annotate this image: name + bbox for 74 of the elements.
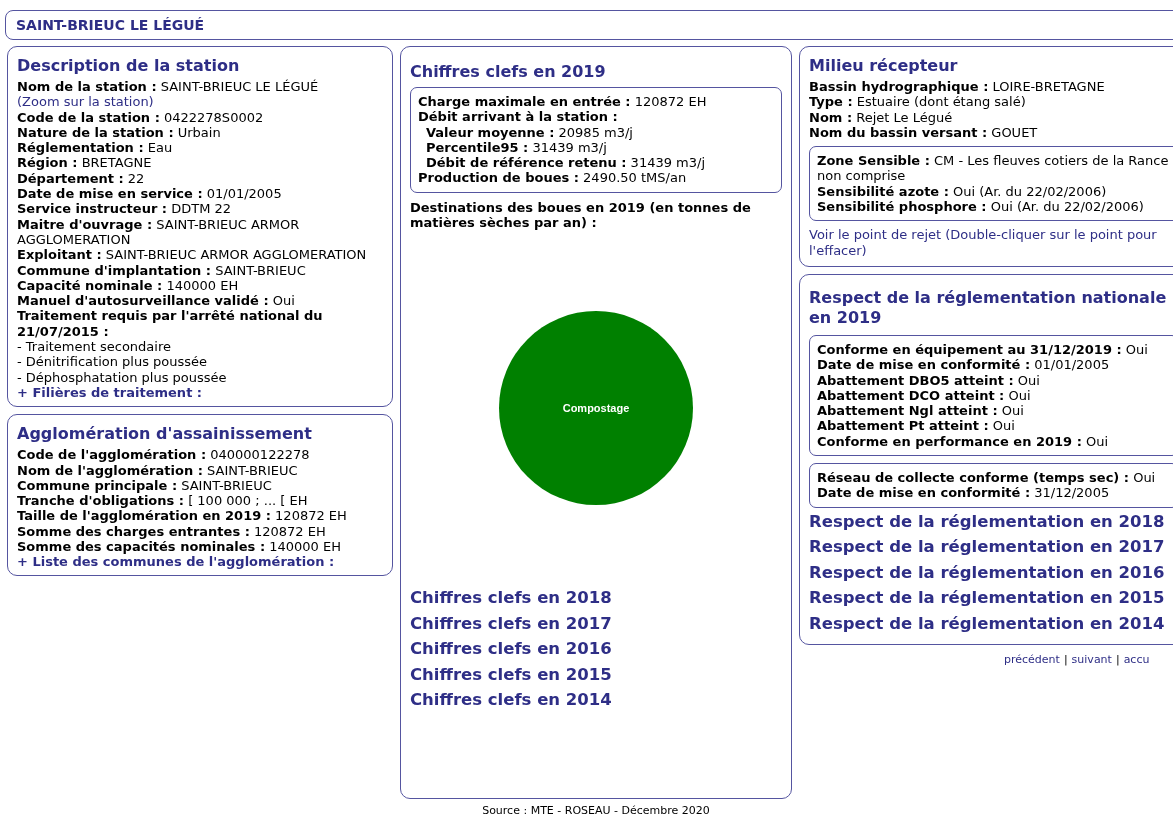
field-line: Date de mise en service : 01/01/2005 xyxy=(17,186,282,202)
nav-separator: | xyxy=(1115,652,1120,668)
field-line: Charge maximale en entrée : 120872 EH xyxy=(418,94,707,109)
field-line: Percentile95 : 31439 m3/j xyxy=(426,139,607,155)
nav-link[interactable]: précédent xyxy=(1004,652,1060,668)
field-line: Débit arrivant à la station : xyxy=(418,109,618,125)
field-line: Nom de la station : SAINT-BRIEUC LE LÉGUÉ xyxy=(17,79,319,94)
field-line: Manuel d'autosurveillance validé : Oui xyxy=(17,293,295,309)
field-line: Nature de la station : Urbain xyxy=(17,124,221,140)
field-line: Valeur moyenne : 20985 m3/j xyxy=(426,124,633,140)
field-line: Sensibilité phosphore : Oui (Ar. du 22/02/2006) xyxy=(817,199,1144,215)
field-line: Nom : Rejet Le Légué xyxy=(809,109,953,125)
sludge-heading: Destinations des boues en 2019 (en tonnes de matières sèches par an) : xyxy=(410,199,752,231)
communes-toggle-link[interactable]: + Liste des communes de l'agglomération : xyxy=(17,554,335,570)
field-line: Somme des charges entrantes : 120872 EH xyxy=(17,523,326,539)
section-heading: Chiffres clefs en 2019 xyxy=(410,62,607,82)
year-link[interactable]: Chiffres clefs en 2015 xyxy=(410,661,782,688)
field-line: Code de l'agglomération : 040000122278 xyxy=(17,447,310,463)
field-line: Code de la station : 0422278S0002 xyxy=(17,109,264,125)
year-link[interactable]: Respect de la réglementation en 2016 xyxy=(809,559,1173,586)
field-line: Type : Estuaire (dont étang salé) xyxy=(809,94,1026,110)
treatment-item: - Dénitrification plus poussée xyxy=(17,354,209,370)
nav-separator: | xyxy=(1063,652,1068,668)
field-line: Abattement DCO atteint : Oui xyxy=(817,387,1031,403)
year-link[interactable]: Respect de la réglementation en 2015 xyxy=(809,585,1173,611)
year-link[interactable]: Chiffres clefs en 2016 xyxy=(410,636,782,662)
year-link[interactable]: Chiffres clefs en 2014 xyxy=(410,687,782,713)
zoom-link[interactable]: (Zoom sur la station) xyxy=(17,94,154,110)
discharge-point-link[interactable]: Voir le point de rejet (Double-cliquer sur le point pour l'effacer) xyxy=(809,227,1173,258)
section-heading: Respect de la réglementation nationale en 2019 xyxy=(809,287,1168,328)
field-line: Nom du bassin versant : GOUET xyxy=(809,124,1038,140)
treatment-toggle-link[interactable]: + Filières de traitement : xyxy=(17,384,203,401)
field-line: Maitre d'ouvrage : SAINT-BRIEUC ARMOR AGGLOMERATION xyxy=(17,216,300,247)
section-heading: Agglomération d'assainissement xyxy=(17,424,313,445)
field-line: Taille de l'agglomération en 2019 : 120872 EH xyxy=(17,508,347,524)
field-line: Zone Sensible : CM - Les fleuves cotiers de la Rance non comprise xyxy=(817,153,1169,184)
year-link[interactable]: Respect de la réglementation en 2017 xyxy=(809,534,1173,560)
slice-label: Compostage xyxy=(562,401,630,414)
field-line: Abattement Pt atteint : Oui xyxy=(817,418,1015,434)
nav-link[interactable]: accu xyxy=(1123,652,1150,668)
field-line: Réglementation : Eau xyxy=(17,140,173,156)
field-line: Commune d'implantation : SAINT-BRIEUC xyxy=(17,262,306,278)
field-line: Tranche d'obligations : [ 100 000 ; ... [ EH xyxy=(17,493,308,509)
field-line: Débit de référence retenu : 31439 m3/j xyxy=(426,155,706,171)
year-link[interactable]: Chiffres clefs en 2017 xyxy=(410,610,782,637)
field-line: Abattement DBO5 atteint : Oui xyxy=(817,372,1040,388)
field-line: Conforme en équipement au 31/12/2019 : Oui xyxy=(817,341,1148,357)
field-line: Conforme en performance en 2019 : Oui xyxy=(817,433,1109,449)
section-heading: Description de la station xyxy=(17,56,241,76)
field-line: Service instructeur : DDTM 22 xyxy=(17,201,231,217)
source-note: Source : MTE - ROSEAU - Décembre 2020 xyxy=(482,803,710,817)
field-line: Département : 22 xyxy=(17,170,145,186)
field-line: Exploitant : SAINT-BRIEUC ARMOR AGGLOMERATION xyxy=(17,247,367,263)
treatment-item: - Traitement secondaire xyxy=(17,339,172,355)
field-line: Sensibilité azote : Oui (Ar. du 22/02/2006) xyxy=(817,183,1107,199)
field-line: Production de boues : 2490.50 tMS/an xyxy=(418,170,687,186)
field-line: Abattement Ngl atteint : Oui xyxy=(817,403,1024,419)
field-line: Somme des capacités nominales : 140000 EH xyxy=(17,539,341,554)
nav-link[interactable]: suivant xyxy=(1071,652,1112,668)
field-line: Bassin hydrographique : LOIRE-BRETAGNE xyxy=(809,79,1105,94)
treatment-item: - Déphosphatation plus poussée xyxy=(17,369,228,385)
year-link[interactable]: Chiffres clefs en 2018 xyxy=(410,585,782,611)
field-line: Réseau de collecte conforme (temps sec) : Oui xyxy=(817,470,1156,486)
section-heading: Milieu récepteur xyxy=(809,56,959,76)
field-line: Commune principale : SAINT-BRIEUC xyxy=(17,477,272,493)
field-line: Date de mise en conformité : 01/01/2005 xyxy=(817,357,1110,373)
field-line: Nom de l'agglomération : SAINT-BRIEUC xyxy=(17,462,298,478)
field-line: Région : BRETAGNE xyxy=(17,155,152,171)
field-line: Capacité nominale : 140000 EH xyxy=(17,277,239,293)
field-line: Date de mise en conformité : 31/12/2005 xyxy=(817,485,1110,501)
station-title: SAINT-BRIEUC LE LÉGUÉ xyxy=(16,17,205,33)
year-link[interactable]: Respect de la réglementation en 2018 xyxy=(809,508,1173,535)
year-link[interactable]: Respect de la réglementation en 2014 xyxy=(809,610,1173,637)
field-line: Traitement requis par l'arrêté national du 21/07/2015 : xyxy=(17,308,323,339)
